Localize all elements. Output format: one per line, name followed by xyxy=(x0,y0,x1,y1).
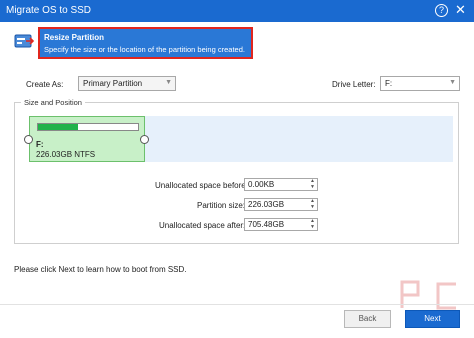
create-as-value: Primary Partition xyxy=(83,79,143,88)
back-button[interactable]: Back xyxy=(344,310,391,328)
ssd-drive-icon xyxy=(14,34,35,48)
create-as-select[interactable]: Primary Partition ▼ xyxy=(78,76,176,91)
step-subtitle: Specify the size or the location of the … xyxy=(44,45,245,54)
partition-letter: F: xyxy=(36,140,44,149)
pc-logo xyxy=(400,280,456,310)
usage-bar-fill xyxy=(38,124,78,130)
resize-handle-left[interactable] xyxy=(24,135,33,144)
unallocated-region[interactable] xyxy=(145,116,453,162)
chevron-down-icon: ▼ xyxy=(165,79,172,86)
help-icon[interactable]: ? xyxy=(435,4,448,17)
step-title: Resize Partition xyxy=(44,33,105,42)
drive-letter-select[interactable]: F: ▼ xyxy=(380,76,460,91)
drive-letter-label: Drive Letter: xyxy=(332,80,376,89)
group-title: Size and Position xyxy=(21,98,85,107)
step-highlight: Resize Partition Specify the size or the… xyxy=(38,27,253,59)
chevron-down-icon: ▼ xyxy=(449,79,456,86)
unalloc-after-input[interactable]: 705.48GB ▲ ▼ xyxy=(244,218,318,231)
unalloc-before-input[interactable]: 0.00KB ▲ ▼ xyxy=(244,178,318,191)
spinner-icon[interactable]: ▲ ▼ xyxy=(310,198,315,210)
resize-handle-right[interactable] xyxy=(140,135,149,144)
spinner-icon[interactable]: ▲ ▼ xyxy=(310,218,315,230)
partition-size-label: Partition size: xyxy=(197,201,246,210)
wizard-header: Resize Partition Specify the size or the… xyxy=(0,22,474,64)
partition-size-fs: 226.03GB NTFS xyxy=(36,150,96,159)
next-button[interactable]: Next xyxy=(405,310,460,328)
create-as-label: Create As: xyxy=(26,80,64,89)
unalloc-before-value: 0.00KB xyxy=(248,180,275,189)
spinner-icon[interactable]: ▲ ▼ xyxy=(310,178,315,190)
drive-letter-value: F: xyxy=(385,79,393,88)
unalloc-after-label: Unallocated space after: xyxy=(159,221,246,230)
partition-size-input[interactable]: 226.03GB ▲ ▼ xyxy=(244,198,318,211)
partition-size-value: 226.03GB xyxy=(248,200,285,209)
unalloc-after-value: 705.48GB xyxy=(248,220,285,229)
usage-bar xyxy=(37,123,139,131)
unalloc-before-label: Unallocated space before: xyxy=(155,181,248,190)
window-title: Migrate OS to SSD xyxy=(6,5,92,16)
title-bar: Migrate OS to SSD ? ✕ xyxy=(0,0,474,22)
close-icon[interactable]: ✕ xyxy=(455,2,466,18)
boot-note: Please click Next to learn how to boot f… xyxy=(14,265,187,274)
footer-divider xyxy=(0,304,474,305)
